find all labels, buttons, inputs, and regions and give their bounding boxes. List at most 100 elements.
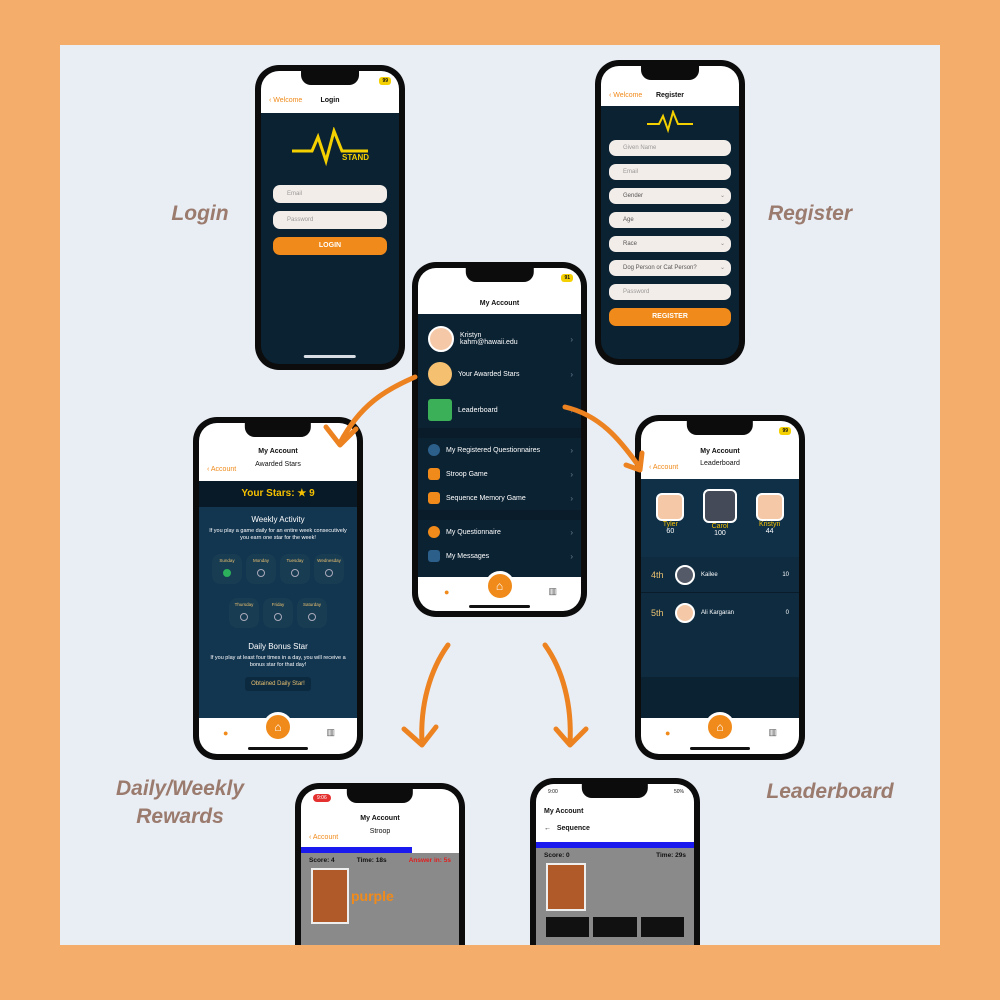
- gender-select[interactable]: Gender ⌄: [609, 188, 731, 204]
- register-email-field[interactable]: Email: [609, 164, 731, 180]
- profile-row[interactable]: Kristyn kahm@hawaii.edu ›: [418, 322, 581, 356]
- podium: Tyler 60 Carol 100 Kristyn 44: [641, 479, 799, 557]
- menu-item-stroop[interactable]: Stroop Game ›: [418, 462, 581, 486]
- sequence-score: Score: 0: [544, 852, 570, 859]
- stroop-time: Time: 18s: [356, 857, 387, 864]
- person-icon[interactable]: ●: [223, 728, 228, 738]
- home-indicator: [689, 747, 751, 750]
- menu-item-leaderboard[interactable]: Leaderboard ›: [418, 392, 581, 428]
- caption-rewards: Daily/Weekly Rewards: [80, 775, 280, 831]
- day-monday: Monday: [246, 554, 276, 584]
- user-avatar: [428, 326, 454, 352]
- login-button[interactable]: LOGIN: [273, 237, 387, 255]
- sequence-tile[interactable]: [593, 917, 637, 937]
- tab-bar: ● ⌂ ▥: [199, 712, 357, 754]
- home-indicator: [468, 605, 531, 608]
- caption-login: Login: [171, 202, 229, 225]
- mail-icon: [428, 550, 440, 562]
- arrow-to-stroop-head: [401, 724, 439, 748]
- rank-row[interactable]: 5th Ali Kargaran 0: [641, 593, 799, 633]
- race-select[interactable]: Race ⌄: [609, 236, 731, 252]
- register-button[interactable]: REGISTER: [609, 308, 731, 326]
- register-password-field[interactable]: Password: [609, 284, 731, 300]
- home-indicator: [303, 355, 357, 358]
- sequence-tile[interactable]: [640, 917, 684, 937]
- sequence-stats: Score: 0 Time: 29s: [536, 848, 694, 863]
- home-button[interactable]: ⌂: [484, 571, 515, 601]
- phone-notch: [346, 789, 414, 803]
- password-field[interactable]: Password: [273, 211, 387, 229]
- back-arrow-icon[interactable]: ←: [544, 825, 551, 832]
- account-menu: Kristyn kahm@hawaii.edu › Your Awarded S…: [418, 314, 581, 568]
- given-name-field[interactable]: Given Name: [609, 140, 731, 156]
- person-icon[interactable]: ●: [444, 587, 449, 597]
- red-panda-image: [311, 868, 349, 924]
- day-tuesday: Tuesday: [280, 554, 310, 584]
- phone-notch: [465, 268, 534, 282]
- stand-logo: [609, 108, 731, 140]
- caption-rewards-line2: Rewards: [136, 805, 224, 828]
- stroop-back-link[interactable]: ‹ Account: [309, 834, 338, 841]
- kristyn-avatar: [755, 493, 784, 521]
- menu-item-awarded-stars[interactable]: Your Awarded Stars ›: [418, 356, 581, 392]
- pulse-logo-icon: [647, 108, 693, 134]
- podium-first: Carol 100: [702, 489, 737, 557]
- caption-register: Register: [767, 202, 853, 225]
- home-button[interactable]: ⌂: [263, 712, 293, 742]
- coin-badge: 91: [561, 274, 573, 282]
- star-icon: ★: [297, 488, 307, 499]
- pet-person-select[interactable]: Dog Person or Cat Person? ⌄: [609, 260, 731, 276]
- stars-back-link[interactable]: ‹ Account: [207, 466, 236, 473]
- rank-list: 4th Kailee 10 5th Ali Kargaran 0: [641, 557, 799, 677]
- settings-icon[interactable]: ▥: [548, 586, 557, 597]
- register-body: Given Name Email Gender ⌄ Age ⌄ Race ⌄ Dog …: [601, 106, 739, 326]
- phone-notch: [581, 784, 649, 798]
- status-time: 9:06: [313, 794, 331, 802]
- weekly-title: Weekly Activity: [251, 515, 305, 524]
- age-select[interactable]: Age ⌄: [609, 212, 731, 228]
- bonus-text: If you play at least four times in a day…: [210, 655, 346, 668]
- rank-row[interactable]: 4th Kailee 10: [641, 557, 799, 593]
- menu-item-messages[interactable]: My Messages ›: [418, 544, 581, 568]
- chevron-right-icon: ›: [570, 469, 573, 479]
- carol-avatar: [702, 489, 737, 523]
- register-back-link[interactable]: ‹ Welcome: [609, 92, 642, 99]
- login-back-link[interactable]: ‹ Welcome: [269, 97, 302, 104]
- stroop-word: purple: [351, 888, 394, 904]
- menu-item-questionnaires[interactable]: My Registered Questionnaires ›: [418, 438, 581, 462]
- days-row-1: Sunday Monday Tuesday Wednesday: [205, 554, 351, 584]
- home-icon: ⌂: [495, 579, 504, 593]
- settings-icon[interactable]: ▥: [768, 727, 777, 738]
- game-icon: [428, 468, 440, 480]
- menu-item-my-questionnaire[interactable]: My Questionnaire ›: [418, 520, 581, 544]
- stroop-phone: 9:06 My Account ‹ Account Stroop Score: …: [295, 783, 465, 945]
- logo-text: STAND: [342, 153, 369, 162]
- empty-circle-icon: [308, 613, 316, 621]
- menu-item-sequence[interactable]: Sequence Memory Game ›: [418, 486, 581, 510]
- tab-bar: ● ⌂ ▥: [418, 571, 581, 611]
- settings-icon[interactable]: ▥: [326, 727, 335, 738]
- star-medal-icon: [428, 362, 452, 386]
- caption-leaderboard: Leaderboard: [766, 780, 894, 803]
- empty-circle-icon: [240, 613, 248, 621]
- list-icon: [428, 444, 440, 456]
- section-divider: [418, 510, 581, 520]
- person-icon[interactable]: ●: [665, 728, 670, 738]
- leaderboard-back-link[interactable]: ‹ Account: [649, 464, 678, 471]
- home-button[interactable]: ⌂: [705, 712, 735, 742]
- obtained-daily-star-button[interactable]: Obtained Daily Star!: [245, 677, 311, 691]
- coin-badge: 99: [779, 427, 791, 435]
- battery-status: 50%: [673, 789, 684, 795]
- user-name: Kristyn: [460, 332, 482, 339]
- chevron-right-icon: ›: [570, 334, 573, 344]
- phone-notch: [686, 421, 754, 435]
- email-field[interactable]: Email: [273, 185, 387, 203]
- phone-notch: [244, 423, 312, 437]
- weekly-text: If you play a game daily for an entire w…: [209, 528, 347, 541]
- sequence-phone: 9:00 50% My Account ← Sequence Score: 0 …: [530, 778, 700, 945]
- phone-notch: [301, 71, 359, 85]
- leaderboard-phone: My Account 99 ‹ Account Leaderboard Tyle…: [635, 415, 805, 760]
- sequence-tile[interactable]: [546, 917, 590, 937]
- day-wednesday: Wednesday: [314, 554, 344, 584]
- kailee-avatar: [675, 564, 695, 585]
